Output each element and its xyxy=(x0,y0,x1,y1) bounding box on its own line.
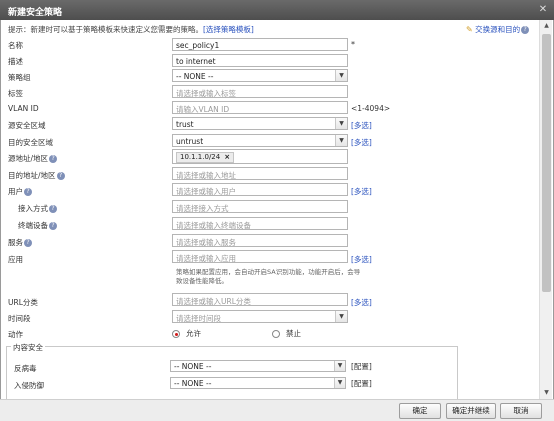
policy-group-select[interactable]: -- NONE -- ▼ xyxy=(172,69,348,82)
content-security-legend: 内容安全 xyxy=(11,342,45,353)
address-tag: 10.1.1.0/24 × xyxy=(176,152,235,163)
service-label: 服务? xyxy=(8,237,32,248)
service-input[interactable]: 请选择或输入服务 xyxy=(172,234,348,247)
dst-zone-select[interactable]: untrust ▼ xyxy=(172,134,348,147)
ok-button[interactable]: 确定 xyxy=(399,403,441,419)
content-security-section: 内容安全 xyxy=(6,342,458,401)
tag-label: 标签 xyxy=(8,89,23,98)
application-input[interactable]: 请选择或输入应用 xyxy=(172,250,348,263)
dialog-title: 新建安全策略 xyxy=(8,8,63,18)
close-icon[interactable]: ✕ xyxy=(536,3,550,17)
vlan-input[interactable]: 请输入VLAN ID xyxy=(172,101,348,114)
user-multi-link[interactable]: [多选] xyxy=(351,186,372,197)
src-addr-input[interactable]: 10.1.1.0/24 × xyxy=(172,149,348,164)
user-input[interactable]: 请选择或输入用户 xyxy=(172,183,348,196)
select-template-link[interactable]: [选择策略模板] xyxy=(203,25,254,34)
dst-addr-input[interactable]: 请选择或输入地址 xyxy=(172,167,348,180)
tip-text: 提示：新建时可以基于策略模板来快速定义您需要的策略。[选择策略模板] xyxy=(8,25,254,34)
scroll-down-icon[interactable]: ▼ xyxy=(540,387,553,399)
ips-label: 入侵防御 xyxy=(14,381,44,390)
radio-checked-icon xyxy=(172,330,180,338)
chevron-down-icon[interactable]: ▼ xyxy=(335,118,347,129)
url-multi-link[interactable]: [多选] xyxy=(351,297,372,308)
access-mode-label: 接入方式? xyxy=(18,203,57,214)
url-input[interactable]: 请选择或输入URL分类 xyxy=(172,293,348,306)
vlan-range-hint: <1-4094> xyxy=(351,104,391,113)
ips-select[interactable]: -- NONE -- ▼ xyxy=(170,377,346,389)
access-mode-input[interactable]: 请选择接入方式 xyxy=(172,200,348,213)
help-icon[interactable]: ? xyxy=(49,205,57,213)
chevron-down-icon[interactable]: ▼ xyxy=(334,361,345,371)
src-zone-select[interactable]: trust ▼ xyxy=(172,117,348,130)
help-icon[interactable]: ? xyxy=(49,155,58,163)
policy-group-label: 策略组 xyxy=(8,73,31,82)
antivirus-label: 反病毒 xyxy=(14,364,37,373)
user-label: 用户? xyxy=(8,186,32,197)
dialog-footer: 确定 确定并继续 取消 xyxy=(0,399,554,421)
action-allow-radio[interactable]: 允许 xyxy=(172,328,201,339)
help-icon[interactable]: ? xyxy=(49,222,57,230)
src-addr-label: 源地址/地区? xyxy=(8,153,58,164)
terminal-label: 终端设备? xyxy=(18,220,57,231)
description-label: 描述 xyxy=(8,57,23,66)
tag-input[interactable]: 请选择或输入标签 xyxy=(172,85,348,98)
terminal-input[interactable]: 请选择或输入终端设备 xyxy=(172,217,348,230)
remove-tag-icon[interactable]: × xyxy=(224,153,230,161)
action-label: 动作 xyxy=(8,330,23,339)
chevron-down-icon[interactable]: ▼ xyxy=(335,311,347,322)
dst-addr-label: 目的地址/地区? xyxy=(8,170,65,181)
vlan-label: VLAN ID xyxy=(8,104,39,113)
swap-src-dst-link[interactable]: ✎ 交换源和目的? xyxy=(466,24,530,35)
name-input[interactable]: sec_policy1 xyxy=(172,38,348,51)
chevron-down-icon[interactable]: ▼ xyxy=(334,378,345,388)
dialog-titlebar: 新建安全策略 ✕ xyxy=(0,0,554,20)
src-zone-multi-link[interactable]: [多选] xyxy=(351,120,372,131)
dst-zone-multi-link[interactable]: [多选] xyxy=(351,137,372,148)
pen-icon: ✎ xyxy=(466,25,473,34)
help-icon[interactable]: ? xyxy=(24,239,32,247)
antivirus-config-link[interactable]: [配置] xyxy=(351,361,372,372)
help-icon[interactable]: ? xyxy=(56,172,65,180)
time-range-label: 时间段 xyxy=(8,314,31,323)
scrollbar-thumb[interactable] xyxy=(542,34,551,292)
url-label: URL分类 xyxy=(8,298,38,307)
vertical-scrollbar[interactable]: ▲ ▼ xyxy=(539,20,552,399)
ok-continue-button[interactable]: 确定并继续 xyxy=(446,403,496,419)
application-note: 策略如果配置应用，会自动开启SA识别功能，功能开启后，会导致设备性能降低。 xyxy=(176,268,361,285)
help-icon[interactable]: ? xyxy=(521,26,530,34)
name-label: 名称 xyxy=(8,41,23,50)
application-multi-link[interactable]: [多选] xyxy=(351,254,372,265)
chevron-down-icon[interactable]: ▼ xyxy=(335,70,347,81)
dst-zone-label: 目的安全区域 xyxy=(8,138,53,147)
description-input[interactable]: to internet xyxy=(172,54,348,67)
action-deny-radio[interactable]: 禁止 xyxy=(272,328,301,339)
help-icon[interactable]: ? xyxy=(24,188,32,196)
ips-config-link[interactable]: [配置] xyxy=(351,378,372,389)
application-label: 应用 xyxy=(8,255,23,264)
required-mark: * xyxy=(351,40,355,49)
radio-unchecked-icon xyxy=(272,330,280,338)
chevron-down-icon[interactable]: ▼ xyxy=(335,135,347,146)
antivirus-select[interactable]: -- NONE -- ▼ xyxy=(170,360,346,372)
src-zone-label: 源安全区域 xyxy=(8,121,46,130)
time-range-select[interactable]: 请选择时间段 ▼ xyxy=(172,310,348,323)
cancel-button[interactable]: 取消 xyxy=(500,403,542,419)
scroll-up-icon[interactable]: ▲ xyxy=(540,20,553,32)
